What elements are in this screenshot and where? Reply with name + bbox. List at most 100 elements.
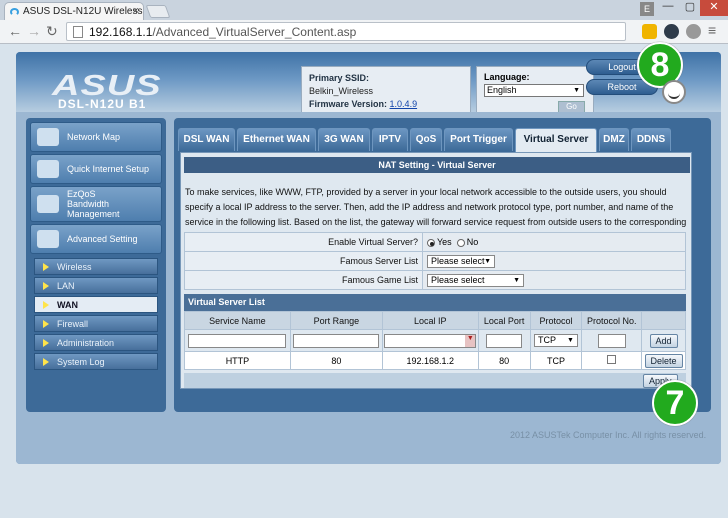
callout-7: 7: [652, 380, 698, 426]
reload-icon[interactable]: ↻: [46, 23, 58, 40]
address-bar[interactable]: 192.168.1.1/Advanced_VirtualServer_Conte…: [66, 22, 626, 41]
sidebar: Network Map Quick Internet Setup EzQoS B…: [26, 118, 166, 412]
forward-icon[interactable]: →: [27, 23, 41, 39]
apply-bar: [184, 373, 686, 388]
sidebar-item-network-map[interactable]: Network Map: [30, 122, 162, 152]
tab-title: ASUS DSL-N12U Wireless: [23, 6, 143, 17]
yes-radio[interactable]: [427, 238, 435, 247]
tools-icon: [37, 230, 59, 248]
arrow-icon: [43, 282, 49, 290]
page-icon: [73, 26, 83, 38]
delete-button[interactable]: Delete: [644, 353, 683, 368]
arrow-icon: [43, 339, 49, 347]
enable-label: Enable Virtual Server?: [184, 232, 423, 252]
enable-radio-group: Yes No: [422, 232, 686, 252]
port-range-input[interactable]: [293, 333, 380, 348]
sidebar-item-quick-setup[interactable]: Quick Internet Setup: [30, 154, 162, 184]
virtual-server-list-title: Virtual Server List: [184, 294, 686, 311]
firmware-link[interactable]: 1.0.4.9: [390, 99, 418, 109]
sidebar-label: EzQoS: [67, 189, 96, 199]
network-icon: [37, 128, 59, 146]
col-service-name: Service Name: [184, 311, 291, 330]
new-tab-button[interactable]: [145, 5, 171, 18]
minimize-icon[interactable]: —: [658, 0, 678, 16]
service-name-input[interactable]: [188, 333, 287, 348]
famous-game-select[interactable]: Please select ▼: [427, 273, 524, 287]
protocol-no-input[interactable]: [597, 333, 626, 348]
local-port-input[interactable]: [486, 333, 523, 348]
col-protocol-no: Protocol No.: [581, 311, 643, 330]
language-select[interactable]: English ▼: [484, 84, 584, 97]
router-page: ASUS DSL-N12U B1 Primary SSID: Belkin_Wi…: [0, 42, 728, 518]
protocol-select[interactable]: TCP ▼: [533, 334, 578, 347]
famous-game-label: Famous Game List: [184, 270, 423, 290]
arrow-icon: [43, 320, 49, 328]
arrow-icon: [43, 358, 49, 366]
famous-server-select[interactable]: Please select ▼: [427, 254, 495, 268]
maximize-icon[interactable]: ▢: [680, 0, 700, 16]
cell-local-port: 80: [477, 351, 531, 370]
close-tab-icon[interactable]: ×: [133, 5, 139, 17]
close-window-icon[interactable]: ✕: [700, 0, 728, 16]
col-action: [641, 311, 686, 330]
tab-iptv[interactable]: IPTV: [372, 128, 408, 151]
user-badge[interactable]: E: [640, 2, 654, 16]
famous-server-label: Famous Server List: [184, 251, 423, 271]
sidebar-item-wan[interactable]: WAN: [34, 296, 158, 313]
browser-tab[interactable]: ASUS DSL-N12U Wireless ×: [4, 2, 144, 20]
model-name: DSL-N12U B1: [58, 97, 147, 111]
no-radio[interactable]: [456, 238, 465, 247]
tab-port-trigger[interactable]: Port Trigger: [444, 128, 513, 151]
no-label: No: [466, 237, 479, 247]
tab-qos[interactable]: QoS: [410, 128, 442, 151]
settings-table: Enable Virtual Server? Yes No Famous Ser…: [184, 232, 686, 290]
cell-service: HTTP: [184, 351, 291, 370]
col-protocol: Protocol: [529, 311, 583, 330]
tab-3g-wan[interactable]: 3G WAN: [318, 128, 370, 151]
page-title: NAT Setting - Virtual Server: [184, 157, 690, 173]
tab-dsl-wan[interactable]: DSL WAN: [178, 128, 235, 151]
tab-ddns[interactable]: DDNS: [631, 128, 671, 151]
tab-dmz[interactable]: DMZ: [599, 128, 629, 151]
chevron-down-icon: ▼: [513, 276, 520, 284]
virtual-server-table: Service Name Port Range Local IP Local P…: [184, 311, 686, 370]
sidebar-label: Advanced Setting: [67, 234, 138, 244]
extension-icon[interactable]: [642, 24, 657, 39]
tab-ethernet-wan[interactable]: Ethernet WAN: [237, 128, 316, 151]
copyright: 2012 ASUSTek Computer Inc. All rights re…: [510, 430, 707, 440]
browser-toolbar: ← → ↻ 192.168.1.1/Advanced_VirtualServer…: [0, 20, 728, 44]
arrow-icon: [43, 301, 49, 309]
add-button[interactable]: Add: [649, 333, 678, 348]
arrow-icon: [43, 263, 49, 271]
sidebar-item-lan[interactable]: LAN: [34, 277, 158, 294]
browser-chrome: ASUS DSL-N12U Wireless × E — ▢ ✕ ← → ↻ 1…: [0, 0, 728, 44]
yes-label: Yes: [437, 237, 452, 247]
cell-port-range: 80: [289, 351, 383, 370]
wifi-favicon-icon: [10, 8, 19, 16]
language-box: Language: English ▼ Go: [476, 66, 594, 116]
sidebar-item-system-log[interactable]: System Log: [34, 353, 158, 370]
cloud-icon[interactable]: [686, 24, 701, 39]
sidebar-item-wireless[interactable]: Wireless: [34, 258, 158, 275]
sidebar-label: Network Map: [67, 132, 121, 142]
local-ip-input[interactable]: ▼: [384, 333, 477, 348]
sidebar-item-administration[interactable]: Administration: [34, 334, 158, 351]
adblock-icon[interactable]: [664, 24, 679, 39]
row-checkbox[interactable]: [607, 355, 617, 364]
menu-icon[interactable]: ≡: [708, 22, 716, 38]
router-header: ASUS DSL-N12U B1 Primary SSID: Belkin_Wi…: [16, 52, 721, 116]
tab-virtual-server[interactable]: Virtual Server: [515, 128, 597, 153]
chevron-down-icon: ▼: [484, 257, 491, 265]
col-port-range: Port Range: [289, 311, 383, 330]
dropdown-icon[interactable]: ▼: [465, 334, 476, 347]
info-box: Primary SSID: Belkin_Wireless Firmware V…: [301, 66, 471, 116]
sidebar-item-advanced[interactable]: Advanced Setting: [30, 224, 162, 254]
col-local-ip: Local IP: [381, 311, 479, 330]
router-icon: [37, 160, 59, 178]
firmware-label: Firmware Version:: [309, 99, 388, 109]
sidebar-item-firewall[interactable]: Firewall: [34, 315, 158, 332]
back-icon[interactable]: ←: [8, 23, 22, 39]
cell-protocol: TCP: [529, 351, 583, 370]
sidebar-item-ezqos[interactable]: EzQoS Bandwidth Management: [30, 186, 162, 222]
chevron-down-icon: ▼: [567, 337, 574, 344]
